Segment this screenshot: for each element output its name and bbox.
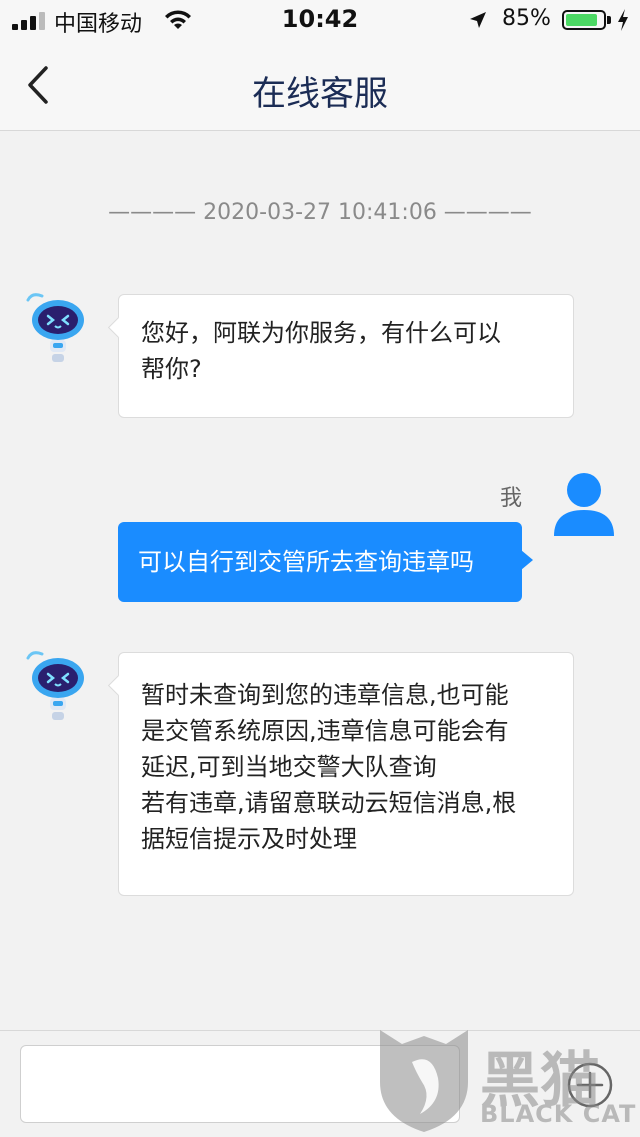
message-line: 您好，阿联为你服务，有什么可以 xyxy=(141,319,501,347)
message-line: 暂时未查询到您的违章信息,也可能 xyxy=(141,681,509,709)
battery-tip xyxy=(607,16,611,24)
message-line: 若有违章,请留意联动云短信消息,根 xyxy=(141,789,517,817)
message-input[interactable] xyxy=(20,1045,460,1123)
robot-avatar-icon[interactable] xyxy=(18,290,94,370)
bubble-tail xyxy=(521,550,533,570)
input-bar xyxy=(0,1030,640,1137)
message-line: 帮你? xyxy=(141,355,202,383)
page-title: 在线客服 xyxy=(252,74,388,114)
chat-timestamp: ———— 2020-03-27 10:41:06 ———— xyxy=(108,200,532,225)
message-line: 据短信提示及时处理 xyxy=(141,825,357,853)
battery-icon xyxy=(562,10,606,30)
battery-percent: 85% xyxy=(502,6,551,31)
plus-icon[interactable] xyxy=(566,1061,614,1109)
location-arrow-icon xyxy=(470,12,486,28)
bot-message-bubble: 您好，阿联为你服务，有什么可以 帮你? xyxy=(118,294,574,418)
user-avatar-icon[interactable] xyxy=(552,470,616,536)
message-line: 延迟,可到当地交警大队查询 xyxy=(141,753,437,781)
bot-message-bubble: 暂时未查询到您的违章信息,也可能 是交管系统原因,违章信息可能会有 延迟,可到当… xyxy=(118,652,574,896)
status-bar: 中国移动 10:42 85% xyxy=(0,0,640,40)
message-line: 是交管系统原因,违章信息可能会有 xyxy=(141,717,509,745)
nav-bar: 在线客服 xyxy=(0,40,640,131)
message-text: 可以自行到交管所去查询违章吗 xyxy=(138,548,474,576)
user-message-bubble: 可以自行到交管所去查询违章吗 xyxy=(118,522,522,602)
robot-avatar-icon[interactable] xyxy=(18,648,94,728)
charging-icon xyxy=(618,9,628,31)
sender-name: 我 xyxy=(500,486,523,511)
